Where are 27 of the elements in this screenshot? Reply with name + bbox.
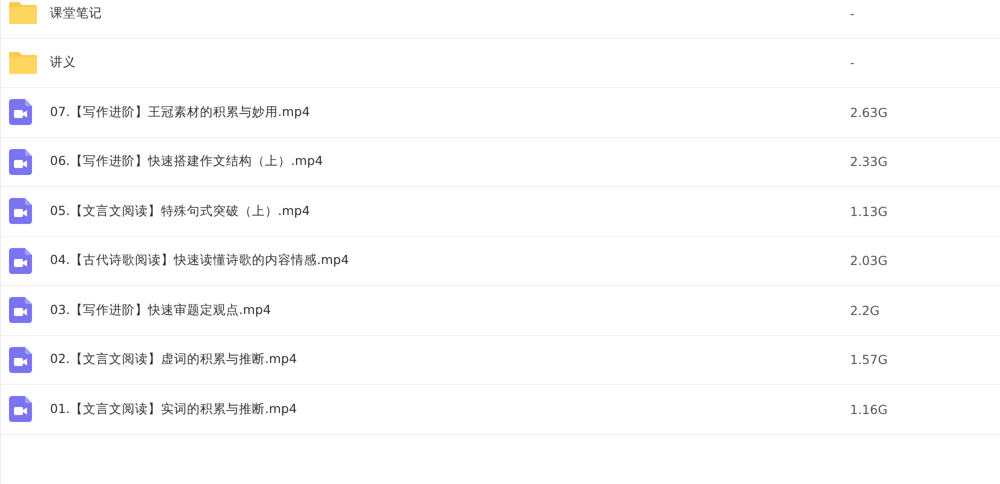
file-size: 2.2G [850,302,880,318]
folder-icon [9,2,37,24]
file-size: 1.16G [850,402,888,417]
folder-icon [9,52,37,74]
file-size: - [850,6,855,21]
file-name[interactable]: 课堂笔记 [50,4,850,22]
file-name[interactable]: 07.【写作进阶】王冠素材的积累与妙用.mp4 [50,104,850,121]
file-name[interactable]: 03.【写作进阶】快速审题定观点.mp4 [50,302,850,319]
video-file-icon [9,198,32,224]
file-name[interactable]: 讲义 [50,54,850,72]
file-size: - [850,55,855,70]
video-file-icon [9,346,32,373]
file-size: 1.57G [850,352,888,368]
file-name[interactable]: 02.【文言文阅读】虚词的积累与推断.mp4 [50,351,850,368]
file-size: 2.63G [850,104,888,120]
file-size: 1.13G [850,204,888,219]
file-size: 2.33G [850,154,888,170]
video-file-icon [9,297,32,324]
file-name[interactable]: 01.【文言文阅读】实词的积累与推断.mp4 [50,400,850,418]
file-size: 2.03G [850,253,888,268]
file-name[interactable]: 04.【古代诗歌阅读】快速读懂诗歌的内容情感.mp4 [50,252,850,270]
video-file-icon [9,248,32,274]
file-name[interactable]: 05.【文言文阅读】特殊句式突破（上）.mp4 [50,202,850,220]
file-name[interactable]: 06.【写作进阶】快速搭建作文结构（上）.mp4 [50,153,850,170]
video-file-icon [9,148,32,175]
video-file-icon [9,99,32,126]
video-file-icon [9,396,32,422]
